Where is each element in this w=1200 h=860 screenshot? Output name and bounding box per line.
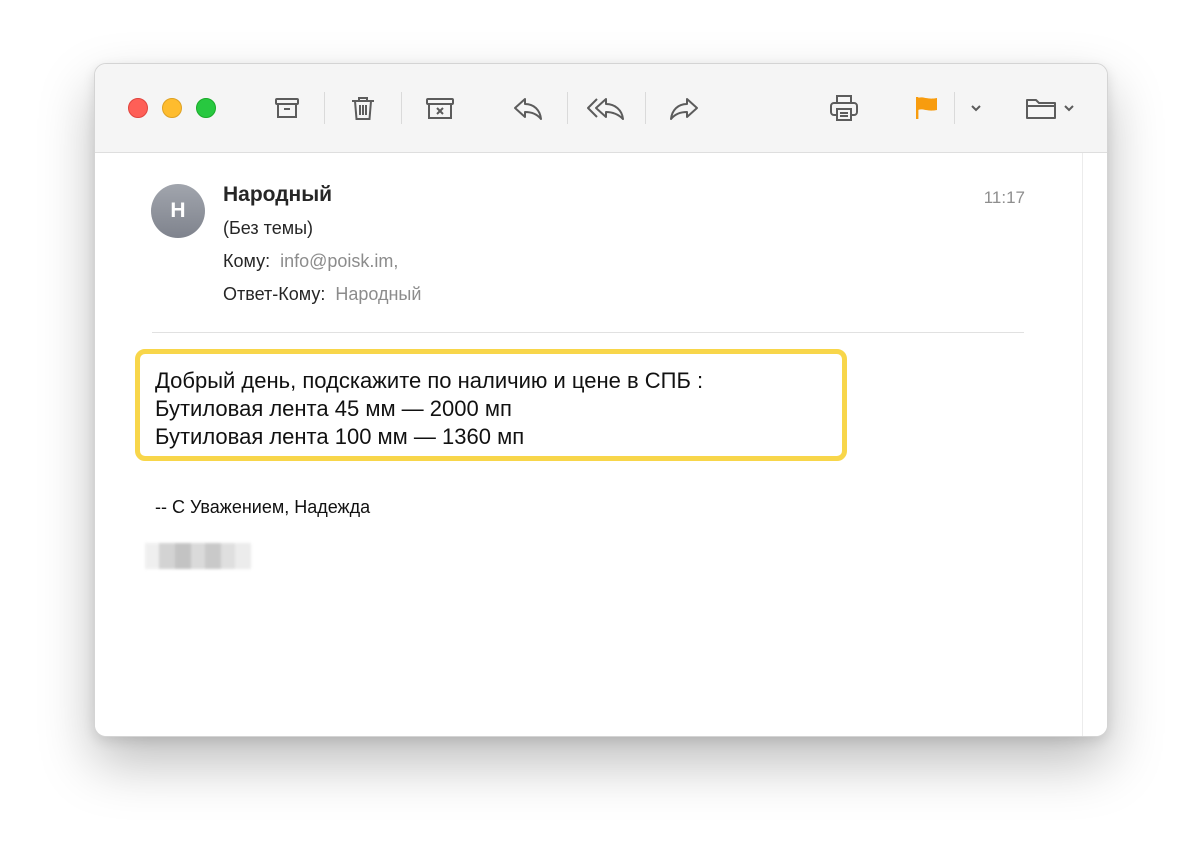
close-window-button[interactable]	[128, 98, 148, 118]
flag-icon	[916, 97, 937, 119]
toolbar-separator	[645, 92, 646, 124]
message-view: Н Народный (Без темы) Кому: info@poisk.im…	[95, 153, 1107, 736]
junk-button[interactable]	[420, 88, 460, 128]
zoom-window-button[interactable]	[196, 98, 216, 118]
forward-button[interactable]	[664, 88, 704, 128]
print-button[interactable]	[824, 88, 864, 128]
message-body: Добрый день, подскажите по наличию и цен…	[155, 367, 703, 451]
scrollbar[interactable]	[1082, 153, 1107, 736]
archive-button[interactable]	[267, 88, 307, 128]
header-divider	[152, 332, 1024, 333]
to-row: Кому: info@poisk.im,	[223, 251, 398, 272]
toolbar-separator	[324, 92, 325, 124]
signature: -- С Уважением, Надежда	[155, 497, 371, 517]
toolbar-separator	[954, 92, 955, 124]
chevron-down-icon	[1064, 105, 1074, 112]
junk-icon	[426, 98, 454, 119]
flag-menu-button[interactable]	[965, 88, 987, 128]
message-subject: (Без темы)	[223, 218, 314, 238]
archive-icon	[275, 98, 299, 118]
move-to-folder-button[interactable]	[1019, 88, 1081, 128]
reply-all-icon	[587, 98, 624, 120]
print-icon	[830, 95, 858, 121]
pixelated-redaction	[145, 543, 251, 569]
mail-window: Н Народный (Без темы) Кому: info@poisk.im…	[94, 63, 1108, 737]
toolbar-separator	[567, 92, 568, 124]
reply-to-label: Ответ-Кому:	[223, 284, 326, 304]
body-line: Бутиловая лента 45 мм — 2000 мп	[155, 396, 512, 421]
minimize-window-button[interactable]	[162, 98, 182, 118]
flag-button[interactable]	[906, 88, 946, 128]
reply-button[interactable]	[508, 88, 548, 128]
toolbar	[95, 64, 1107, 153]
reply-to-address[interactable]: Народный	[335, 284, 421, 304]
message-time: 11:17	[983, 188, 1025, 207]
trash-icon	[352, 97, 374, 120]
to-address[interactable]: info@poisk.im,	[280, 251, 398, 271]
reply-to-row: Ответ-Кому: Народный	[223, 284, 421, 305]
toolbar-separator	[401, 92, 402, 124]
folder-icon	[1026, 99, 1056, 119]
forward-icon	[670, 98, 698, 120]
reply-all-button[interactable]	[584, 88, 628, 128]
body-line: Бутиловая лента 100 мм — 1360 мп	[155, 424, 525, 449]
to-label: Кому:	[223, 251, 271, 271]
delete-button[interactable]	[343, 88, 383, 128]
reply-icon	[514, 98, 542, 120]
sender-name: Народный	[223, 183, 333, 206]
avatar-initial: Н	[170, 199, 186, 222]
chevron-down-icon	[971, 105, 981, 112]
body-line: Добрый день, подскажите по наличию и цен…	[155, 368, 704, 393]
avatar: Н	[151, 184, 205, 238]
